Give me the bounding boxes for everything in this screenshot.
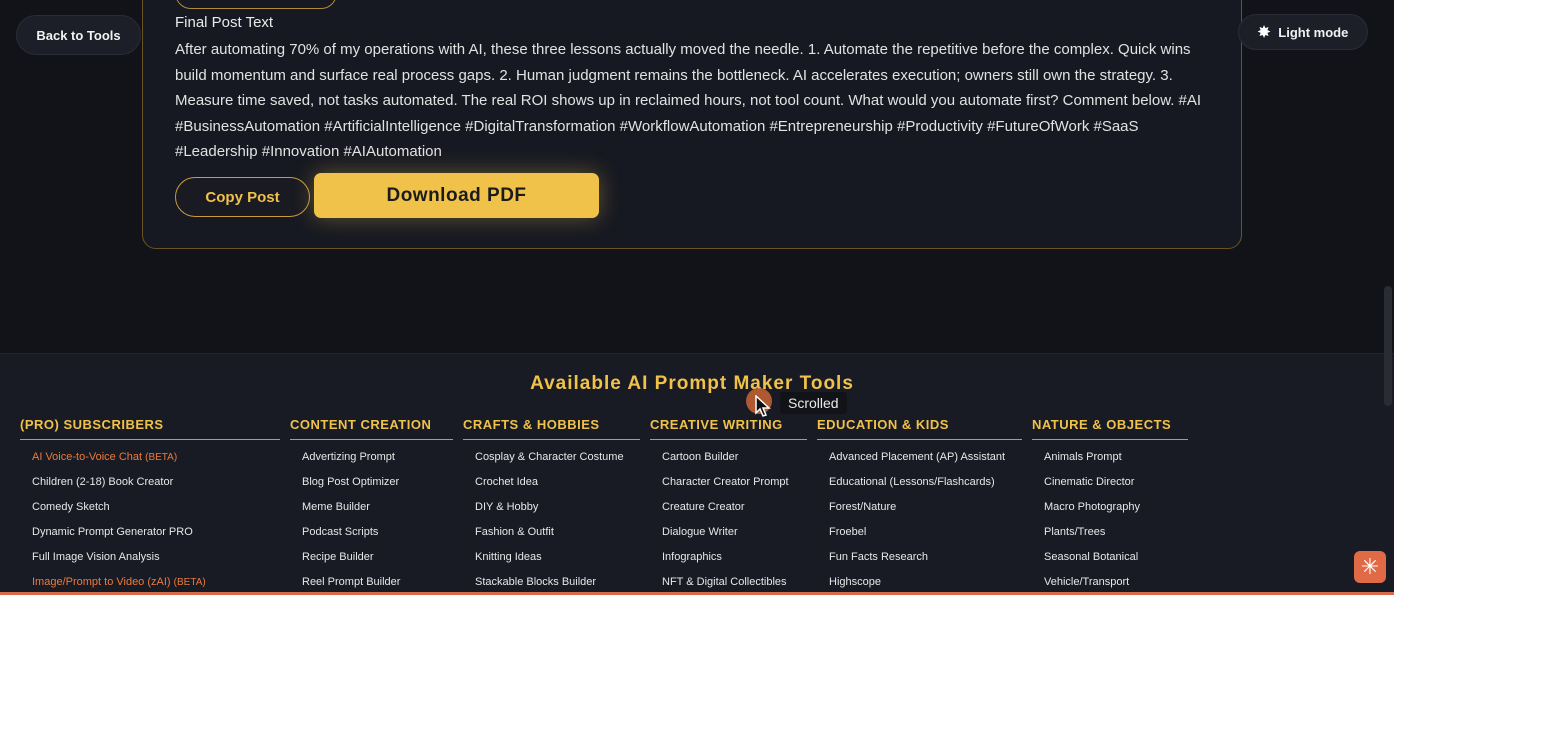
tool-link[interactable]: Cartoon Builder — [662, 445, 807, 470]
tool-link[interactable]: Character Creator Prompt — [662, 470, 807, 495]
tool-link[interactable]: Animals Prompt — [1044, 445, 1188, 470]
copy-post-button[interactable]: Copy Post — [175, 177, 310, 217]
column-nature-objects: NATURE & OBJECTS Animals Prompt Cinemati… — [1032, 417, 1188, 592]
column-crafts-hobbies: CRAFTS & HOBBIES Cosplay & Character Cos… — [463, 417, 640, 592]
tool-link[interactable]: Cosplay & Character Costume — [475, 445, 640, 470]
tool-link[interactable]: Macro Photography — [1044, 495, 1188, 520]
column-heading: CREATIVE WRITING — [650, 417, 807, 440]
download-pdf-button[interactable]: Download PDF — [314, 173, 599, 218]
sun-star-icon: ✸ — [1257, 24, 1271, 41]
assistant-launcher-button[interactable]: ✳ — [1354, 551, 1386, 583]
tool-link[interactable]: Image/Prompt to Video (zAI) (BETA) — [32, 570, 280, 592]
tool-link[interactable]: Advertizing Prompt — [302, 445, 453, 470]
sparkle-icon: ✳ — [1360, 554, 1380, 579]
tool-link[interactable]: Comedy Sketch — [32, 495, 280, 520]
tool-link[interactable]: Seasonal Botanical — [1044, 545, 1188, 570]
tool-link[interactable]: Creature Creator — [662, 495, 807, 520]
post-body-text: After automating 70% of my operations wi… — [175, 41, 1202, 160]
final-post-card: Final Post Text After automating 70% of … — [142, 0, 1242, 249]
tool-link[interactable]: Meme Builder — [302, 495, 453, 520]
scrollbar-thumb[interactable] — [1384, 286, 1392, 406]
tool-link[interactable]: Advanced Placement (AP) Assistant — [829, 445, 1022, 470]
tool-link[interactable]: Highscope — [829, 570, 1022, 592]
scroll-tooltip: Scrolled — [780, 392, 847, 414]
tool-link[interactable]: Dynamic Prompt Generator PRO — [32, 520, 280, 545]
back-to-tools-button[interactable]: Back to Tools — [16, 15, 141, 55]
light-mode-toggle[interactable]: ✸ Light mode — [1238, 14, 1368, 50]
tool-link[interactable]: Fun Facts Research — [829, 545, 1022, 570]
tool-link[interactable]: Knitting Ideas — [475, 545, 640, 570]
page-viewport: Final Post Text After automating 70% of … — [0, 0, 1394, 592]
column-heading: EDUCATION & KIDS — [817, 417, 1022, 440]
tool-link[interactable]: DIY & Hobby — [475, 495, 640, 520]
tool-link[interactable]: Blog Post Optimizer — [302, 470, 453, 495]
tool-link[interactable]: Recipe Builder — [302, 545, 453, 570]
tool-link[interactable]: Educational (Lessons/Flashcards) — [829, 470, 1022, 495]
tool-link[interactable]: Forest/Nature — [829, 495, 1022, 520]
tool-link[interactable]: AI Voice-to-Voice Chat (BETA) — [32, 445, 280, 470]
tool-link[interactable]: Stackable Blocks Builder — [475, 570, 640, 592]
tool-link[interactable]: Infographics — [662, 545, 807, 570]
column-heading: (PRO) SUBSCRIBERS — [20, 417, 280, 440]
tool-link[interactable]: Reel Prompt Builder — [302, 570, 453, 592]
tool-link[interactable]: Crochet Idea — [475, 470, 640, 495]
post-heading: Final Post Text — [175, 14, 274, 31]
tools-footer: Available AI Prompt Maker Tools (PRO) SU… — [0, 353, 1394, 592]
column-content-creation: CONTENT CREATION Advertizing Prompt Blog… — [290, 417, 453, 592]
tool-link[interactable]: Froebel — [829, 520, 1022, 545]
column-heading: CRAFTS & HOBBIES — [463, 417, 640, 440]
column-creative-writing: CREATIVE WRITING Cartoon Builder Charact… — [650, 417, 807, 592]
column-heading: CONTENT CREATION — [290, 417, 453, 440]
light-mode-label: Light mode — [1278, 24, 1349, 40]
tool-link[interactable]: Dialogue Writer — [662, 520, 807, 545]
tool-link[interactable]: NFT & Digital Collectibles — [662, 570, 807, 592]
column-education-kids: EDUCATION & KIDS Advanced Placement (AP)… — [817, 417, 1022, 592]
tool-link[interactable]: Fashion & Outfit — [475, 520, 640, 545]
tool-link[interactable]: Full Image Vision Analysis — [32, 545, 280, 570]
tool-link[interactable]: Children (2-18) Book Creator — [32, 470, 280, 495]
tool-link[interactable]: Podcast Scripts — [302, 520, 453, 545]
tool-link[interactable]: Vehicle/Transport — [1044, 570, 1188, 592]
tool-link[interactable]: Cinematic Director — [1044, 470, 1188, 495]
column-heading: NATURE & OBJECTS — [1032, 417, 1188, 440]
column-pro-subscribers: (PRO) SUBSCRIBERS AI Voice-to-Voice Chat… — [20, 417, 280, 592]
tool-link[interactable]: Plants/Trees — [1044, 520, 1188, 545]
footer-title: Available AI Prompt Maker Tools — [530, 373, 854, 394]
accent-divider — [0, 592, 1394, 595]
mouse-cursor-icon — [755, 395, 771, 417]
partially-visible-button[interactable] — [175, 0, 337, 9]
